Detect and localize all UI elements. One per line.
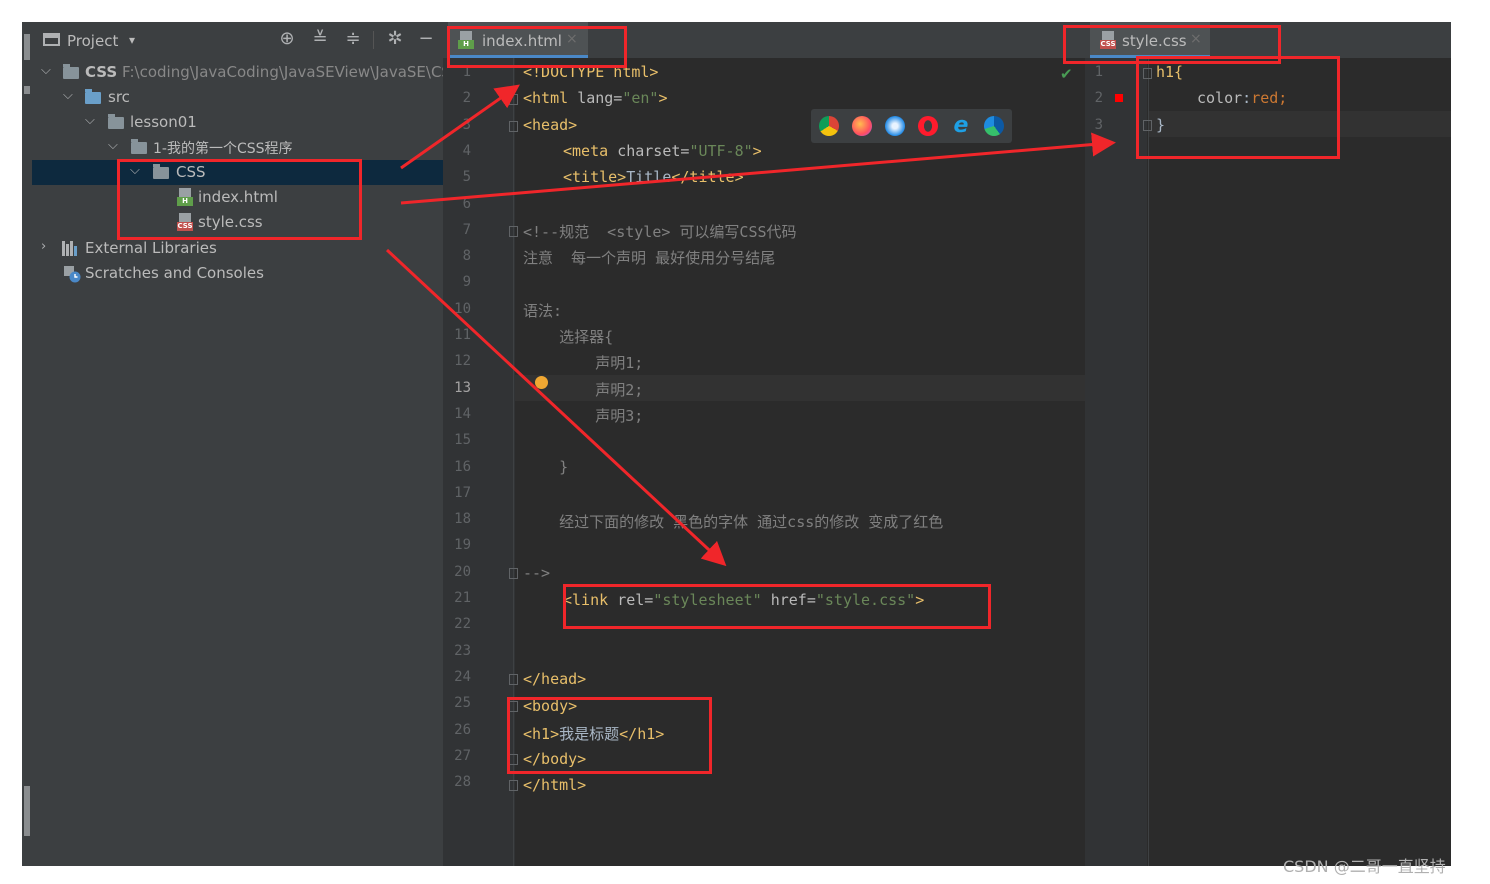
arrow-folder-to-index-tab — [400, 84, 520, 170]
annotation-arrows — [385, 84, 1116, 567]
watermark: CSDN @二哥一直坚持 — [1283, 857, 1446, 876]
arrow-folder-to-css-code — [400, 132, 1116, 205]
arrow-folder-to-link — [385, 248, 727, 567]
